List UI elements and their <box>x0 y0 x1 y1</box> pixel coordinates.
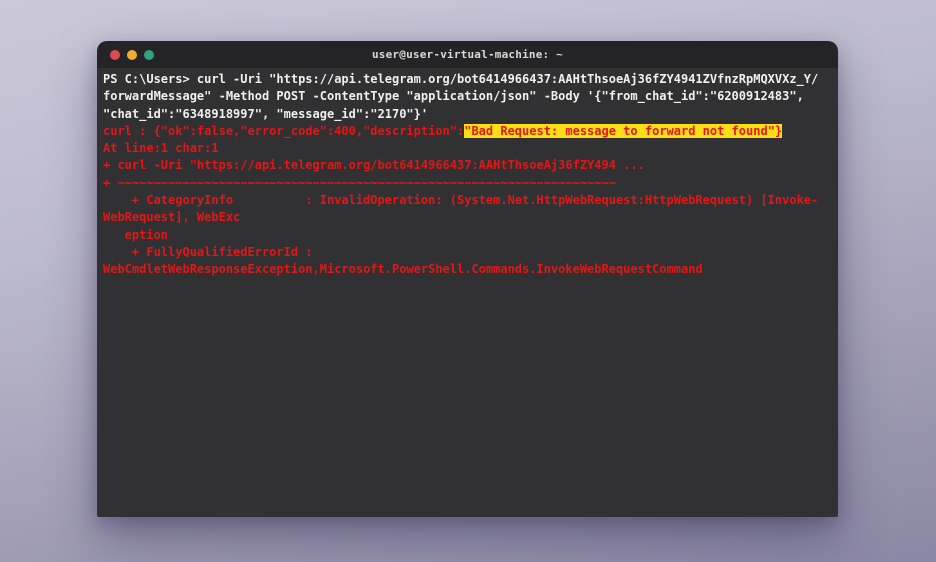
terminal-text-segment: WebCmdletWebResponseException,Microsoft.… <box>103 262 703 277</box>
terminal-text-segment: curl : {"ok":false,"error_code":400,"des… <box>103 123 465 138</box>
terminal-window: user@user-virtual-machine: ~ PS C:\Users… <box>97 41 838 517</box>
terminal-text-segment: + curl -Uri "https://api.telegram.org/bo… <box>103 158 645 173</box>
terminal-text-segment: eption <box>103 227 169 242</box>
window-title: user@user-virtual-machine: ~ <box>371 48 564 61</box>
terminal-text-segment: "chat_id":"6348918997", "message_id":"21… <box>103 106 429 121</box>
terminal-line: PS C:\Users> curl -Uri "https://api.tele… <box>103 71 832 88</box>
terminal-line: + ~~~~~~~~~~~~~~~~~~~~~~~~~~~~~~~~~~~~~~… <box>103 175 832 192</box>
terminal-line: eption <box>103 227 832 244</box>
terminal-line: At line:1 char:1 <box>103 140 832 157</box>
close-button[interactable] <box>110 49 120 60</box>
window-controls <box>110 41 154 68</box>
minimize-button[interactable] <box>127 49 137 60</box>
terminal-line: WebRequest], WebExc <box>103 209 832 226</box>
titlebar[interactable]: user@user-virtual-machine: ~ <box>97 41 838 68</box>
terminal-text-segment: WebRequest], WebExc <box>103 210 241 225</box>
desktop-background: user@user-virtual-machine: ~ PS C:\Users… <box>0 0 936 562</box>
terminal-line: forwardMessage" -Method POST -ContentTyp… <box>103 88 832 105</box>
terminal-line: "chat_id":"6348918997", "message_id":"21… <box>103 106 832 123</box>
terminal-line: curl : {"ok":false,"error_code":400,"des… <box>103 123 832 140</box>
terminal-text-segment: + FullyQualifiedErrorId : <box>103 244 313 259</box>
terminal-text-segment: forwardMessage" -Method POST -ContentTyp… <box>103 89 804 104</box>
terminal-line: + CategoryInfo : InvalidOperation: (Syst… <box>103 192 832 209</box>
terminal-text-segment: PS C:\Users> curl -Uri "https://api.tele… <box>103 72 819 86</box>
terminal-text-segment: + ~~~~~~~~~~~~~~~~~~~~~~~~~~~~~~~~~~~~~~… <box>103 175 616 190</box>
terminal-text-segment: + CategoryInfo : InvalidOperation: (Syst… <box>103 193 819 208</box>
terminal-output[interactable]: PS C:\Users> curl -Uri "https://api.tele… <box>97 68 838 517</box>
terminal-line: + curl -Uri "https://api.telegram.org/bo… <box>103 157 832 174</box>
terminal-line: + FullyQualifiedErrorId : <box>103 244 832 261</box>
terminal-text-segment: At line:1 char:1 <box>103 141 219 156</box>
highlighted-error-text: "Bad Request: message to forward not fou… <box>464 123 783 138</box>
terminal-line: WebCmdletWebResponseException,Microsoft.… <box>103 261 832 278</box>
maximize-button[interactable] <box>144 49 154 60</box>
